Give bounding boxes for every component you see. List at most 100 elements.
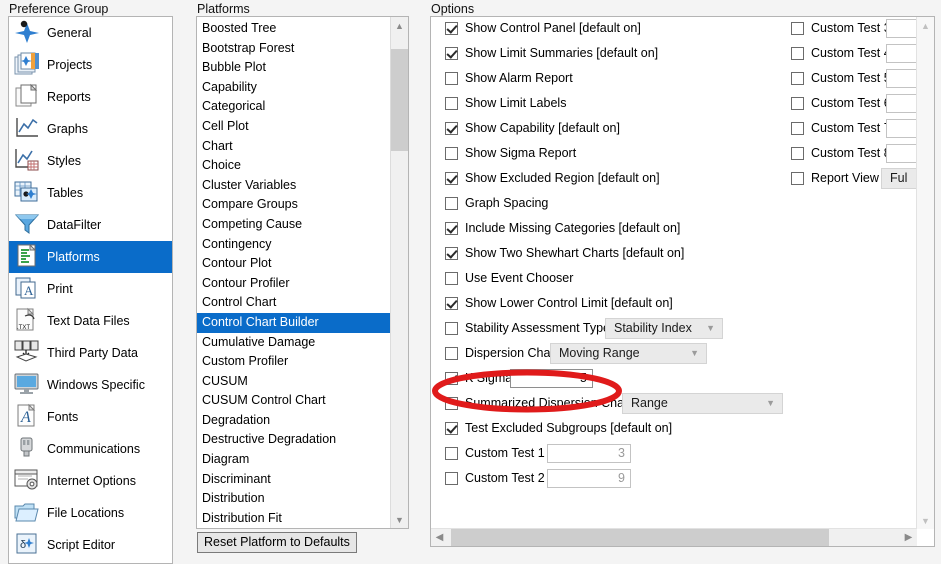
sidebar-item-text-data-files[interactable]: .TXT Text Data Files [9,305,172,337]
option-row[interactable]: Custom Test 6 [791,92,916,117]
platform-list-item[interactable]: Degradation [197,411,390,431]
platforms-vertical-scrollbar[interactable]: ▲ ▼ [390,17,408,528]
sidebar-item-projects[interactable]: Projects [9,49,172,81]
checkbox-custom-test-7[interactable] [791,122,804,135]
option-row[interactable]: Custom Test 7 [791,117,916,142]
checkbox-k-sigma[interactable] [445,372,458,385]
checkbox-stability-assessment-type[interactable] [445,322,458,335]
platform-list-item[interactable]: Capability [197,78,390,98]
dropdown-report-view[interactable]: Ful▼ [881,168,916,189]
platform-list-item[interactable]: Competing Cause [197,215,390,235]
platform-list-item[interactable]: Bootstrap Forest [197,39,390,59]
platform-list-item[interactable]: CUSUM [197,372,390,392]
platform-list-item[interactable]: Compare Groups [197,195,390,215]
option-row[interactable]: K Sigma 5 [431,367,916,392]
platform-list-item[interactable]: Categorical [197,97,390,117]
sidebar-item-reports[interactable]: Reports [9,81,172,113]
option-row[interactable]: Summarized Dispersion Chart Range ▼ [431,392,916,417]
platform-list-item[interactable]: Cumulative Damage [197,333,390,353]
platform-list-item[interactable]: Contour Plot [197,254,390,274]
checkbox-show-two-shewhart-charts-default-on[interactable] [445,247,458,260]
input-custom-test-3[interactable] [886,19,916,38]
option-row[interactable]: Stability Assessment Type Stability Index… [431,317,916,342]
dropdown-summarized-dispersion-chart[interactable]: Range ▼ [622,393,783,414]
sidebar-item-styles[interactable]: Styles [9,145,172,177]
options-vertical-scrollbar[interactable]: ▲ ▼ [916,17,934,529]
platform-list-item[interactable]: Bubble Plot [197,58,390,78]
platform-list-item[interactable]: Cell Plot [197,117,390,137]
preference-group-list[interactable]: General Projects Reports Graphs Styles Tables… [8,16,173,564]
option-row[interactable]: Custom Test 3 [791,17,916,42]
scroll-right-icon[interactable]: ▶ [900,529,917,546]
option-row[interactable]: Use Event Chooser [431,267,916,292]
option-row[interactable]: Graph Spacing2 [431,192,916,217]
input-custom-test-1[interactable]: 3 [547,444,631,463]
checkbox-graph-spacing[interactable] [445,197,458,210]
option-row[interactable]: Include Missing Categories [default on] [431,217,916,242]
checkbox-test-excluded-subgroups-default-on[interactable] [445,422,458,435]
checkbox-custom-test-1[interactable] [445,447,458,460]
option-row[interactable]: Custom Test 8 [791,142,916,167]
option-row[interactable]: Show Two Shewhart Charts [default on] [431,242,916,267]
checkbox-dispersion-chart[interactable] [445,347,458,360]
checkbox-show-control-panel-default-on[interactable] [445,22,458,35]
platform-list-item[interactable]: Control Chart [197,293,390,313]
sidebar-item-script-editor[interactable]: δ Script Editor [9,529,172,561]
option-row[interactable]: Custom Test 29 [431,467,916,492]
option-row[interactable]: Report ViewFul▼ [791,167,916,192]
option-row[interactable]: Dispersion Chart Moving Range ▼ [431,342,916,367]
platform-list-item[interactable]: Choice [197,156,390,176]
input-custom-test-5[interactable] [886,69,916,88]
checkbox-summarized-dispersion-chart[interactable] [445,397,458,410]
platform-list-item[interactable]: Control Chart Builder [197,312,390,333]
sidebar-item-file-locations[interactable]: File Locations [9,497,172,529]
checkbox-show-limit-labels[interactable] [445,97,458,110]
checkbox-show-alarm-report[interactable] [445,72,458,85]
checkbox-custom-test-3[interactable] [791,22,804,35]
sidebar-item-general[interactable]: General [9,17,172,49]
option-row[interactable]: Test Excluded Subgroups [default on] [431,417,916,442]
checkbox-custom-test-6[interactable] [791,97,804,110]
checkbox-custom-test-8[interactable] [791,147,804,160]
platforms-scroll-thumb[interactable] [391,49,408,151]
input-custom-test-2[interactable]: 9 [547,469,631,488]
sidebar-item-fonts[interactable]: A Fonts [9,401,172,433]
platform-list-item[interactable]: CUSUM Control Chart [197,391,390,411]
options-scroll-up-icon[interactable]: ▲ [917,17,934,34]
platform-list-item[interactable]: Chart [197,137,390,157]
sidebar-item-internet-options[interactable]: Internet Options [9,465,172,497]
option-row[interactable]: Custom Test 4 [791,42,916,67]
checkbox-show-lower-control-limit-default-on[interactable] [445,297,458,310]
sidebar-item-print[interactable]: A Print [9,273,172,305]
checkbox-use-event-chooser[interactable] [445,272,458,285]
platform-list-item[interactable]: Destructive Degradation [197,430,390,450]
option-row[interactable]: Show Lower Control Limit [default on] [431,292,916,317]
sidebar-item-communications[interactable]: Communications [9,433,172,465]
checkbox-show-capability-default-on[interactable] [445,122,458,135]
sidebar-item-third-party-data[interactable]: Third Party Data [9,337,172,369]
sidebar-item-windows-specific[interactable]: Windows Specific [9,369,172,401]
checkbox-custom-test-5[interactable] [791,72,804,85]
dropdown-stability-assessment-type[interactable]: Stability Index ▼ [605,318,723,339]
sidebar-item-tables[interactable]: Tables [9,177,172,209]
sidebar-item-datafilter[interactable]: DataFilter [9,209,172,241]
input-custom-test-7[interactable] [886,119,916,138]
input-custom-test-8[interactable] [886,144,916,163]
checkbox-custom-test-2[interactable] [445,472,458,485]
sidebar-item-graphs[interactable]: Graphs [9,113,172,145]
options-horizontal-scrollbar[interactable]: ◀ ▶ [431,528,917,546]
checkbox-show-excluded-region-default-on[interactable] [445,172,458,185]
platform-list-item[interactable]: Distribution Fit [197,509,390,528]
input-custom-test-6[interactable] [886,94,916,113]
checkbox-show-sigma-report[interactable] [445,147,458,160]
platform-list-item[interactable]: Contingency [197,235,390,255]
options-hscroll-thumb[interactable] [451,529,829,546]
platform-list-item[interactable]: Discriminant [197,470,390,490]
reset-platform-to-defaults-button[interactable]: Reset Platform to Defaults [197,532,357,553]
checkbox-report-view[interactable] [791,172,804,185]
input-k-sigma[interactable]: 5 [510,369,593,388]
dropdown-dispersion-chart[interactable]: Moving Range ▼ [550,343,707,364]
checkbox-include-missing-categories-default-on[interactable] [445,222,458,235]
scroll-left-icon[interactable]: ◀ [431,529,448,546]
scroll-down-icon[interactable]: ▼ [391,511,408,528]
